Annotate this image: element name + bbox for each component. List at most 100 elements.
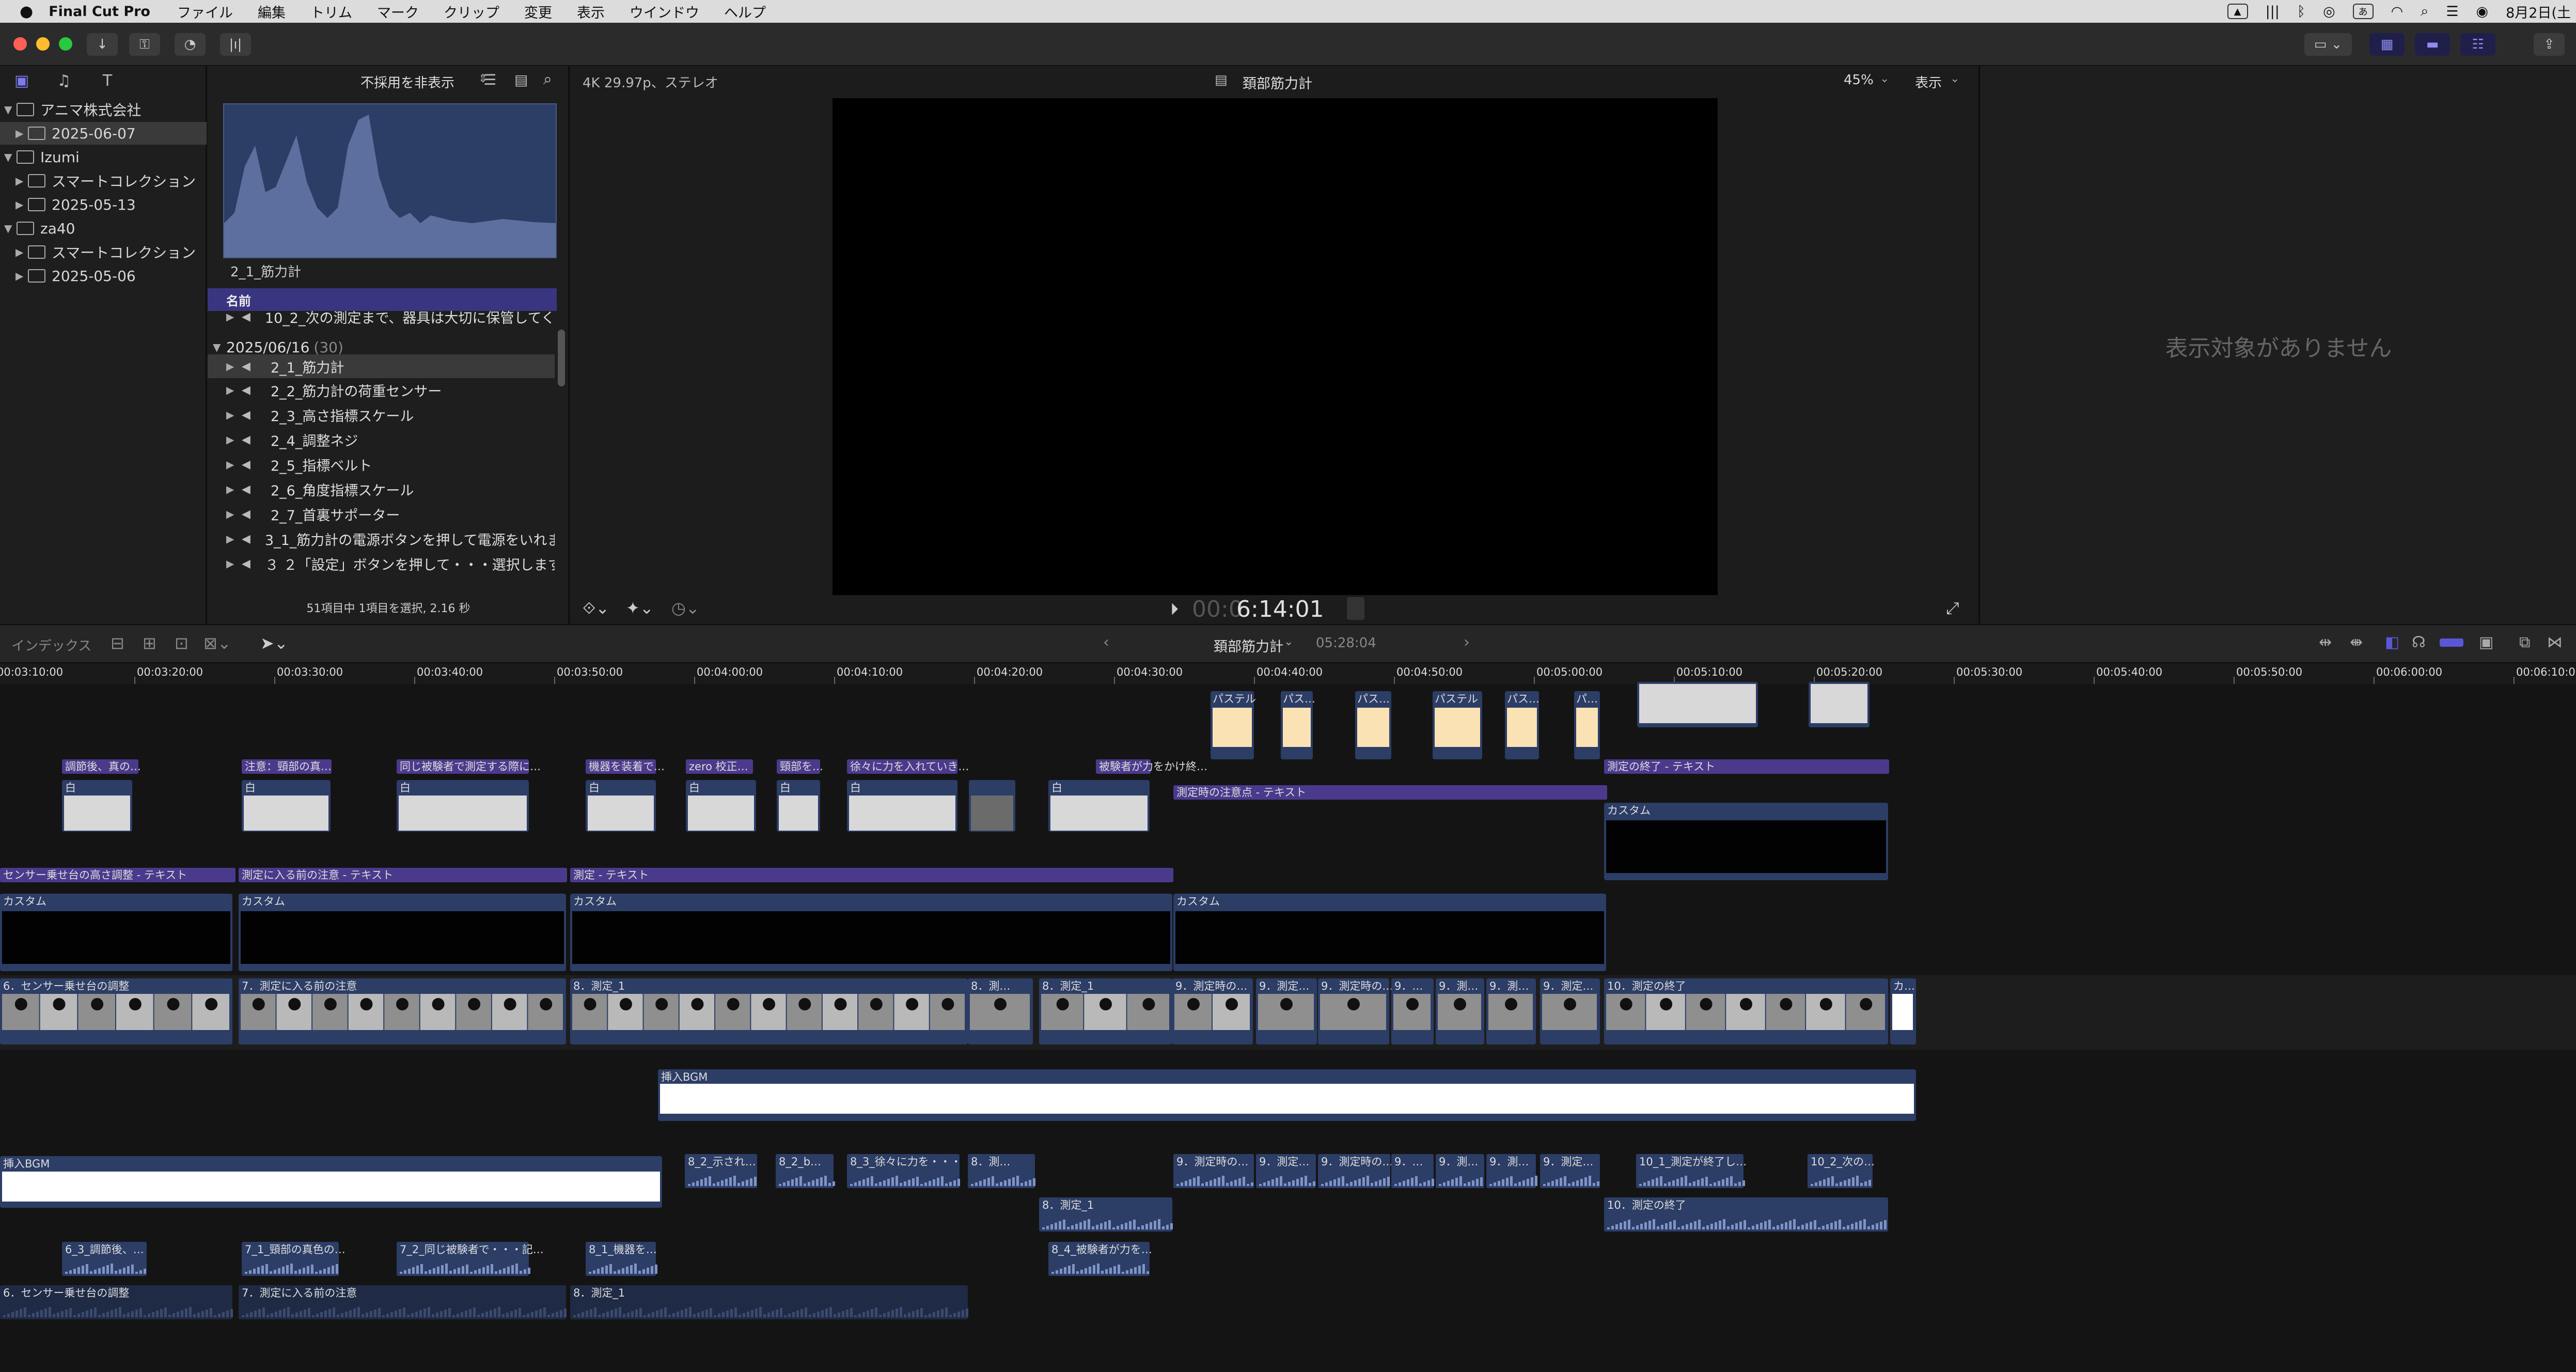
library-row[interactable]: ▶ 2025-06-07 xyxy=(0,122,207,145)
headphones-icon[interactable]: ☊ xyxy=(2412,633,2426,651)
control-center-icon[interactable]: ☰ xyxy=(2446,4,2458,20)
photos-tab-icon[interactable]: ♫ xyxy=(53,70,75,91)
spotlight-icon[interactable]: ⌕ xyxy=(2421,3,2428,20)
disclosure-closed-icon[interactable]: ▶ xyxy=(208,483,234,495)
enhance-icon[interactable]: ✦⌄ xyxy=(626,598,654,618)
browser-clip-row[interactable]: ▶ ◀ 2_3_高さ指標スケール xyxy=(208,403,555,427)
disclosure-closed-icon[interactable]: ▶ xyxy=(208,384,234,396)
ime-indicator[interactable]: あ xyxy=(2352,4,2374,19)
disclosure-closed-icon[interactable]: ▶ xyxy=(208,433,234,446)
clock[interactable]: 8月2日(土 xyxy=(2506,2,2571,22)
keywords-button[interactable]: ⚿ xyxy=(129,33,160,56)
clip-appearance-icon[interactable]: ☰ xyxy=(483,71,496,88)
library-row[interactable]: ▶ 2025-05-13 xyxy=(0,193,207,216)
view-popup[interactable]: 表示 xyxy=(1915,72,1942,91)
disclosure-closed-icon[interactable]: ▶ xyxy=(208,458,234,471)
browser-clip-row[interactable]: ▶ ◀ 3_1_筋力計の電源ボタンを押して電源をいれます xyxy=(208,527,555,551)
background-tasks-button[interactable]: ◔ xyxy=(175,33,206,56)
disclosure-closed-icon[interactable]: ▶ xyxy=(208,533,234,545)
select-tool-icon[interactable]: ➤⌄ xyxy=(260,633,288,653)
menu-clip[interactable]: クリップ xyxy=(444,2,499,22)
snapping-toggle[interactable] xyxy=(2440,638,2463,647)
title-clip[interactable] xyxy=(570,868,1173,882)
selected-clip-preview[interactable] xyxy=(223,103,557,258)
zoom-popup[interactable]: 45% xyxy=(1844,72,1874,88)
menu-modify[interactable]: 変更 xyxy=(524,2,552,22)
browser-clip-row[interactable]: ▶ ◀ 2_6_角度指標スケール xyxy=(208,477,555,501)
library-row[interactable]: ▼ Izumi xyxy=(0,146,207,168)
titles-tab-icon[interactable]: T xyxy=(96,70,119,91)
search-icon[interactable]: ⌕ xyxy=(543,70,552,88)
filter-popup[interactable]: 不採用を非表示 xyxy=(360,72,454,91)
browser-clip-row[interactable]: ▶ ◀ 2_4_調整ネジ xyxy=(208,428,555,451)
timeline-toggle-button[interactable]: ▬ xyxy=(2415,33,2450,56)
menu-help[interactable]: ヘルプ xyxy=(724,2,766,22)
import-button[interactable]: ↓ xyxy=(87,33,118,56)
audio-meter-mini[interactable] xyxy=(1347,597,1364,620)
share-button-left[interactable]: |ı| xyxy=(220,33,251,56)
menu-file[interactable]: ファイル xyxy=(177,2,233,22)
library-row[interactable]: ▶ スマートコレクション xyxy=(0,169,207,192)
disclosure-closed-icon[interactable]: ▶ xyxy=(208,508,234,520)
status-icon-1[interactable]: ▲ xyxy=(2227,4,2248,19)
filmstrip-icon[interactable]: ▤ xyxy=(514,71,528,88)
insert-clip-icon[interactable]: ⊞ xyxy=(143,633,156,653)
index-button[interactable]: インデックス xyxy=(11,635,91,654)
menu-window[interactable]: ウインドウ xyxy=(630,2,699,22)
browser-clip-row[interactable]: ▶ ◀ 2_7_首裏サポーター xyxy=(208,502,555,526)
disclosure-closed-icon[interactable]: ▶ xyxy=(15,175,28,187)
disclosure-closed-icon[interactable]: ▶ xyxy=(15,246,28,258)
append-clip-icon[interactable]: ⊡ xyxy=(175,633,189,653)
disclosure-open-icon[interactable]: ▼ xyxy=(4,103,17,116)
zoom-window-button[interactable] xyxy=(59,37,72,51)
disclosure-open-icon[interactable]: ▼ xyxy=(4,222,17,235)
browser-clip-row[interactable]: ▶ ◀ ３ ２「設定」ボタンを押して・・・選択します xyxy=(208,552,555,575)
inspector-toggle-button[interactable]: ☷ xyxy=(2460,33,2495,56)
browser-toggle-button[interactable]: ▦ xyxy=(2369,33,2405,56)
airdrop-icon[interactable]: ◎ xyxy=(2323,4,2335,20)
project-chevron-icon[interactable]: ⌄ xyxy=(1284,635,1293,648)
close-window-button[interactable] xyxy=(13,37,27,51)
workspace-button[interactable]: ▭ ⌄ xyxy=(2304,33,2352,56)
menu-mark[interactable]: マーク xyxy=(377,2,419,22)
history-back-icon[interactable]: ‹ xyxy=(1103,633,1109,651)
effects-browser-icon[interactable]: ⧉ xyxy=(2519,633,2530,651)
app-menu[interactable]: Final Cut Pro xyxy=(49,4,150,20)
library-row[interactable]: ▶ 2025-05-06 xyxy=(0,264,207,287)
skimming-icon[interactable]: ⇹ xyxy=(2319,633,2332,651)
disclosure-closed-icon[interactable]: ▶ xyxy=(208,360,234,372)
project-name[interactable]: 頚部筋力計 xyxy=(1214,635,1283,656)
speed-icon[interactable]: ◷⌄ xyxy=(671,598,700,618)
chevron-down-icon[interactable]: ⌄ xyxy=(1880,72,1889,85)
browser-clip-row[interactable]: ▶ ◀ 2_2_筋力計の荷重センサー xyxy=(208,378,555,402)
libraries-tab-icon[interactable]: ▣ xyxy=(10,70,33,91)
browser-clip-row[interactable]: ▶ ◀ 2_5_指標ベルト xyxy=(208,453,555,476)
timeline-canvas[interactable]: 00:03:10:00 00:03:20:00 00:03:30:00 00:03:4… xyxy=(0,663,2576,1370)
bluetooth-icon[interactable]: ᛒ xyxy=(2297,4,2305,20)
fullscreen-icon[interactable]: ⤢ xyxy=(1946,598,1959,618)
timeline-area[interactable]: 00:03:10:00 00:03:20:00 00:03:30:00 00:03:4… xyxy=(0,663,2576,1370)
wifi-icon[interactable]: ◠ xyxy=(2391,4,2404,20)
library-row[interactable]: ▼ アニマ株式会社 xyxy=(0,98,207,121)
overwrite-clip-icon[interactable]: ⊠⌄ xyxy=(203,633,231,653)
apple-icon[interactable]: ● xyxy=(20,3,33,21)
library-row[interactable]: ▼ za40 xyxy=(0,217,207,240)
minimize-window-button[interactable] xyxy=(36,37,50,51)
browser-scrollbar[interactable] xyxy=(558,330,565,386)
menu-edit[interactable]: 編集 xyxy=(258,2,286,22)
voice-icon[interactable]: ||| xyxy=(2266,4,2280,20)
history-forward-icon[interactable]: › xyxy=(1464,633,1470,651)
timecode-display[interactable]: 6:14:01 xyxy=(1236,596,1324,622)
transform-icon[interactable]: ⟐⌄ xyxy=(583,598,609,618)
library-row[interactable]: ▶ スマートコレクション xyxy=(0,241,207,263)
browser-clip-row[interactable]: ▶ ◀ 10_2_次の測定まで、器具は大切に保管してくださ xyxy=(208,305,555,329)
disclosure-closed-icon[interactable]: ▶ xyxy=(15,198,28,211)
disclosure-closed-icon[interactable]: ▶ xyxy=(208,557,234,570)
menu-view[interactable]: 表示 xyxy=(577,2,605,22)
video-canvas[interactable] xyxy=(833,98,1718,595)
disclosure-closed-icon[interactable]: ▶ xyxy=(208,310,234,323)
timecode-dim[interactable]: 00:0 xyxy=(1192,596,1243,622)
transitions-browser-icon[interactable]: ⋈ xyxy=(2547,633,2563,651)
view-chevron-down-icon[interactable]: ⌄ xyxy=(1950,72,1959,85)
audio-skimming-icon[interactable]: ⇼ xyxy=(2350,633,2363,651)
